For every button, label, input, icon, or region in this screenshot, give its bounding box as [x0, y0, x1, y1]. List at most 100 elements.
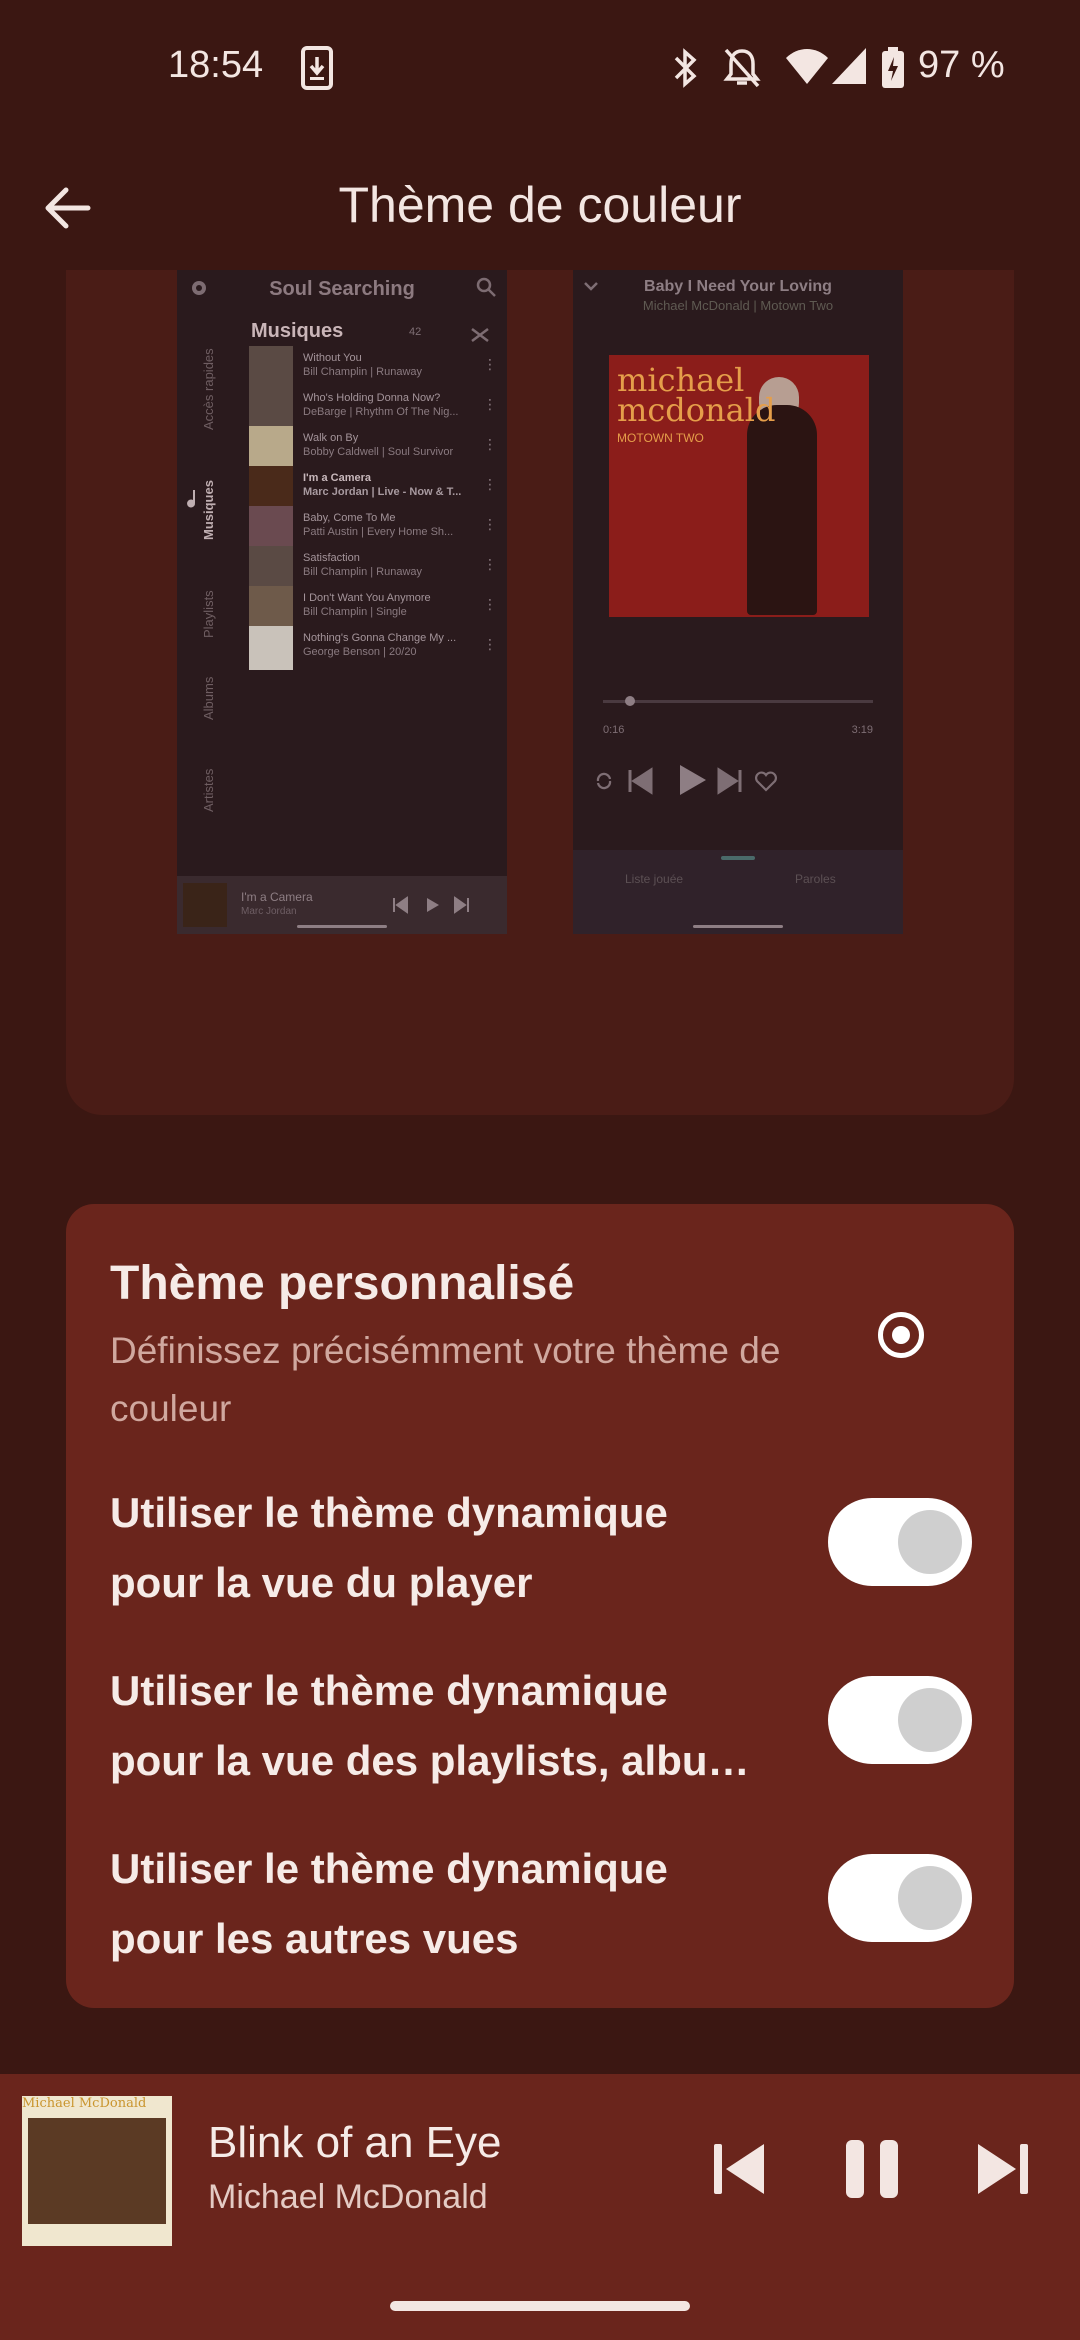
player-preview-subtitle: Michael McDonald | Motown Two	[642, 298, 834, 313]
more-icon: ⋮	[483, 596, 497, 612]
mini-player-artist: Marc Jordan	[241, 906, 297, 917]
pause-icon[interactable]	[840, 2136, 906, 2202]
toggle-knob	[898, 1688, 962, 1752]
dynamic-theme-other-toggle[interactable]	[828, 1854, 972, 1942]
album-art-text: michael mcdonald	[617, 361, 776, 429]
now-playing-artist[interactable]: Michael McDonald	[208, 2178, 488, 2217]
tab-handle	[721, 856, 755, 860]
track-subtitle: Patti Austin | Every Home Sh...	[303, 526, 454, 538]
battery-icon	[882, 47, 904, 88]
custom-theme-subtitle: Définissez précisémment votre thème de c…	[110, 1330, 781, 1429]
more-icon: ⋮	[483, 396, 497, 412]
tab-queue: Liste jouée	[625, 872, 684, 886]
library-preview-screen: Soul Searching Musiques 42 Accès rapides…	[177, 270, 507, 934]
player-preview-tabs: Liste jouée Paroles	[573, 850, 903, 934]
library-tab-quick-access: Accès rapides	[201, 348, 216, 430]
album-cover	[249, 626, 293, 670]
track-title: Satisfaction	[303, 552, 360, 564]
seek-knob	[625, 696, 635, 706]
option-label-line1: Utiliser le thème dynamique	[110, 1667, 668, 1714]
battery-percentage: 97 %	[918, 44, 1005, 86]
library-track-row: Nothing's Gonna Change My ... George Ben…	[249, 620, 499, 672]
track-subtitle: Bill Champlin | Single	[303, 606, 407, 618]
track-title: I'm a Camera	[303, 472, 372, 484]
gesture-navigation-handle[interactable]	[390, 2301, 690, 2311]
album-cover	[183, 883, 227, 927]
album-art-photo	[28, 2118, 166, 2224]
theme-settings-card: Thème personnalisé Définissez précisémme…	[66, 1204, 1014, 2008]
dynamic-theme-playlists-option[interactable]: Utiliser le thème dynamique pour la vue …	[110, 1656, 810, 1796]
music-note-icon	[187, 490, 196, 508]
option-label-line2: pour la vue du player	[110, 1559, 533, 1606]
track-subtitle: George Benson | 20/20	[303, 646, 417, 658]
album-art-text: Michael McDonald	[22, 2096, 147, 2111]
more-icon: ⋮	[483, 356, 497, 372]
track-title: Nothing's Gonna Change My ...	[303, 632, 457, 644]
mini-player-title: I'm a Camera	[241, 890, 313, 904]
library-tab-playlists: Playlists	[201, 590, 216, 638]
gesture-handle	[297, 925, 387, 928]
now-playing-album-art[interactable]: Michael McDonald	[22, 2096, 172, 2246]
dynamic-theme-playlists-toggle[interactable]	[828, 1676, 972, 1764]
repeat-icon	[596, 772, 612, 790]
track-title: Who's Holding Donna Now?	[303, 392, 441, 404]
next-icon	[717, 767, 742, 795]
status-time: 18:54	[168, 44, 264, 86]
toggle-knob	[898, 1510, 962, 1574]
now-playing-title[interactable]: Blink of an Eye	[208, 2118, 502, 2168]
dynamic-theme-player-toggle[interactable]	[828, 1498, 972, 1586]
custom-theme-radio[interactable]	[878, 1312, 924, 1358]
track-subtitle: DeBarge | Rhythm Of The Nig...	[303, 406, 459, 418]
library-track-count: 42	[409, 326, 422, 338]
option-label-line1: Utiliser le thème dynamique	[110, 1845, 668, 1892]
previous-icon	[628, 767, 653, 795]
artist-figure	[747, 405, 817, 615]
option-label-line2: pour la vue des playlists, albu…	[110, 1737, 750, 1784]
mute-icon	[723, 48, 761, 88]
search-icon	[476, 277, 496, 297]
track-subtitle: Bobby Caldwell | Soul Survivor	[303, 446, 454, 458]
previous-icon	[393, 896, 408, 914]
tab-lyrics: Paroles	[795, 872, 836, 886]
download-icon	[301, 46, 333, 90]
gesture-handle	[693, 925, 783, 928]
track-title: Walk on By	[303, 432, 359, 444]
library-preview-title: Soul Searching	[269, 278, 415, 300]
album-art-subtext: MOTOWN TWO	[617, 431, 704, 445]
next-icon	[454, 896, 469, 914]
page-title: Thème de couleur	[338, 177, 742, 233]
track-subtitle: Bill Champlin | Runaway	[303, 566, 423, 578]
app-bar: Thème de couleur	[0, 140, 1080, 270]
more-icon: ⋮	[483, 516, 497, 532]
player-preview-title: Baby I Need Your Loving	[644, 278, 832, 295]
track-title: I Don't Want You Anymore	[303, 592, 431, 604]
previous-track-icon[interactable]	[706, 2136, 772, 2202]
library-tab-songs: Musiques	[201, 480, 216, 540]
dynamic-theme-other-option[interactable]: Utiliser le thème dynamique pour les aut…	[110, 1834, 810, 1974]
library-tab-artists: Artistes	[201, 768, 216, 812]
seek-bar	[603, 700, 873, 703]
wifi-icon	[786, 49, 828, 84]
option-label-line2: pour les autres vues	[110, 1915, 519, 1962]
status-bar: 18:54 97 %	[0, 0, 1080, 140]
custom-theme-title[interactable]: Thème personnalisé	[110, 1256, 574, 1311]
track-subtitle: Marc Jordan | Live - Now & T...	[303, 486, 462, 498]
player-preview-screen: Baby I Need Your Loving Michael McDonald…	[573, 270, 903, 934]
player-album-art: michael mcdonald MOTOWN TWO	[609, 355, 869, 617]
play-icon	[427, 898, 439, 912]
dynamic-theme-player-option[interactable]: Utiliser le thème dynamique pour la vue …	[110, 1478, 810, 1618]
more-icon: ⋮	[483, 436, 497, 452]
track-subtitle: Bill Champlin | Runaway	[303, 366, 423, 378]
track-title: Baby, Come To Me	[303, 512, 396, 524]
play-icon	[680, 765, 706, 795]
heart-icon	[755, 771, 777, 792]
library-preview-topbar: Soul Searching	[177, 270, 507, 310]
more-icon: ⋮	[483, 476, 497, 492]
toggle-knob	[898, 1866, 962, 1930]
option-label-line1: Utiliser le thème dynamique	[110, 1489, 668, 1536]
bluetooth-icon	[674, 48, 697, 88]
more-icon: ⋮	[483, 556, 497, 572]
library-tab-albums: Albums	[201, 676, 216, 720]
next-track-icon[interactable]	[970, 2136, 1036, 2202]
total-time: 3:19	[851, 724, 873, 736]
